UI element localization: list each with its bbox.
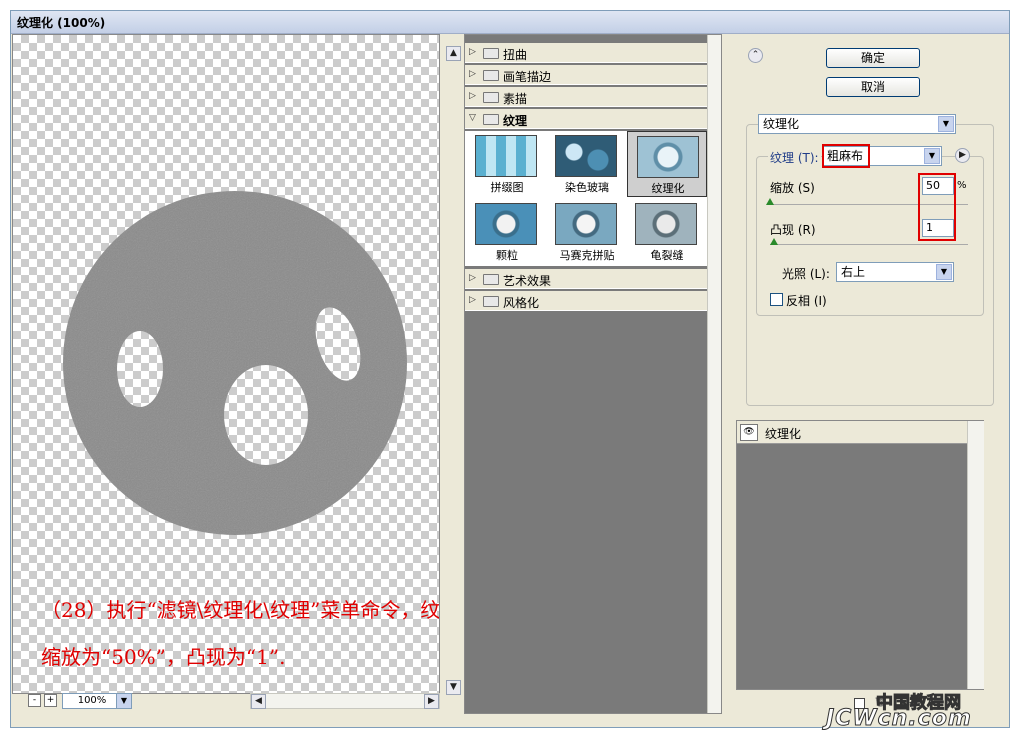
texture-label: 纹理 (T): [768, 149, 821, 166]
category-label: 扭曲 [503, 48, 528, 62]
eye-icon[interactable]: 👁 [740, 424, 758, 441]
thumb-mosaic-tiles[interactable]: 马赛克拼贴 [549, 201, 621, 263]
chevron-down-icon[interactable]: ▼ [116, 693, 132, 709]
invert-label: 反相 (I) [786, 294, 827, 308]
zoom-bar: - + 100% ▼ ◀ ▶ [12, 692, 440, 710]
category-label: 风格化 [503, 296, 540, 310]
light-label: 光照 (L): [782, 267, 830, 281]
filter-list-scrollbar[interactable] [707, 35, 721, 713]
expand-icon: ▷ [469, 69, 476, 79]
scale-unit: % [957, 180, 967, 191]
mosaic-tiles-thumbnail [555, 203, 617, 245]
effect-layer-label: 纹理化 [765, 427, 802, 441]
annotation-line-1: （28）执行“滤镜\纹理化\纹理”菜单命令，纹理选择为“粗麻布”， [41, 598, 440, 622]
cancel-button[interactable]: 取消 [826, 77, 920, 97]
effect-layers-panel: 👁 纹理化 [736, 420, 984, 690]
relief-label: 凸现 (R) [770, 223, 816, 237]
annotation-highlight-texture [822, 144, 870, 168]
expand-icon: ▷ [469, 273, 476, 283]
thumb-label: 马赛克拼贴 [559, 249, 615, 262]
scroll-right-icon[interactable]: ▶ [424, 694, 439, 709]
expand-icon: ▷ [469, 91, 476, 101]
patchwork-thumbnail [475, 135, 537, 177]
zoom-out-button[interactable]: - [28, 694, 41, 707]
layers-scrollbar[interactable] [967, 421, 984, 689]
category-stylize[interactable]: ▷ 风格化 [465, 291, 707, 311]
thumb-label: 龟裂缝 [650, 249, 684, 262]
ok-button[interactable]: 确定 [826, 48, 920, 68]
category-label: 艺术效果 [503, 274, 552, 288]
chevron-down-icon: ▼ [924, 148, 940, 164]
chevron-down-icon: ▼ [936, 264, 952, 280]
category-label: 画笔描边 [503, 70, 552, 84]
filter-select[interactable]: 纹理化 ▼ [758, 114, 956, 134]
thumb-label: 拼缀图 [490, 181, 524, 194]
window-title: 纹理化 (100%) [17, 16, 106, 30]
annotation-highlight-values [918, 173, 956, 241]
craquelure-thumbnail [635, 203, 697, 245]
thumb-grain[interactable]: 颗粒 [469, 201, 541, 263]
scroll-down-icon[interactable]: ▼ [446, 680, 461, 695]
thumb-craquelure[interactable]: 龟裂缝 [629, 201, 701, 263]
category-artistic[interactable]: ▷ 艺术效果 [465, 269, 707, 289]
chevron-down-icon: ▼ [938, 116, 954, 132]
zoom-in-button[interactable]: + [44, 694, 57, 707]
effect-layer-row[interactable]: 👁 纹理化 [737, 421, 967, 444]
expand-icon: ▷ [469, 295, 476, 305]
category-texture[interactable]: ▽ 纹理 [465, 109, 707, 129]
folder-icon [483, 70, 499, 81]
open-folder-icon [483, 114, 499, 125]
light-select-value: 右上 [841, 265, 866, 279]
light-select[interactable]: 右上 ▼ [836, 262, 954, 282]
category-label: 纹理 [503, 114, 528, 128]
thumb-texturizer[interactable]: 纹理化 [627, 131, 707, 197]
zoom-level-field[interactable]: 100% [62, 693, 122, 709]
thumb-label: 纹理化 [651, 182, 685, 195]
category-label: 素描 [503, 92, 528, 106]
folder-icon [483, 48, 499, 59]
stained-glass-thumbnail [555, 135, 617, 177]
collapse-gallery-icon[interactable]: ⌃ [748, 48, 763, 63]
folder-icon [483, 296, 499, 307]
scale-label: 缩放 (S) [770, 181, 815, 195]
annotation-line-2: 缩放为“50%”，凸现为“1”. [41, 645, 286, 669]
texture-thumbnails: 拼缀图 染色玻璃 纹理化 颗粒 马赛克拼贴 龟裂缝 [465, 131, 707, 266]
thumb-label: 颗粒 [496, 249, 518, 262]
grain-thumbnail [475, 203, 537, 245]
texture-menu-icon[interactable]: ▶ [955, 148, 970, 163]
filter-gallery: ▷ 扭曲 ▷ 画笔描边 ▷ 素描 ▽ 纹理 拼缀图 染色玻璃 纹理化 颗粒 马赛… [464, 34, 722, 714]
invert-checkbox[interactable] [770, 293, 783, 306]
thumb-patchwork[interactable]: 拼缀图 [469, 133, 541, 195]
filter-select-value: 纹理化 [763, 117, 800, 131]
collapse-icon: ▽ [469, 113, 476, 123]
preview-pane[interactable]: （28）执行“滤镜\纹理化\纹理”菜单命令，纹理选择为“粗麻布”， 缩放为“50… [12, 34, 440, 694]
expand-icon: ▷ [469, 47, 476, 57]
scroll-left-icon[interactable]: ◀ [251, 694, 266, 709]
scale-slider-knob[interactable] [766, 198, 774, 205]
scroll-up-icon[interactable]: ▲ [446, 46, 461, 61]
relief-slider-track[interactable] [770, 244, 968, 245]
texturizer-thumbnail [637, 136, 699, 178]
category-brush-strokes[interactable]: ▷ 画笔描边 [465, 65, 707, 85]
thumb-label: 染色玻璃 [565, 181, 609, 194]
folder-icon [483, 274, 499, 285]
preview-horizontal-scrollbar[interactable]: ◀ ▶ [250, 693, 440, 709]
category-sketch[interactable]: ▷ 素描 [465, 87, 707, 107]
thumb-stained-glass[interactable]: 染色玻璃 [549, 133, 621, 195]
watermark-line-2: JCWcn.com [826, 706, 972, 732]
title-bar: 纹理化 (100%) [11, 11, 1009, 34]
relief-slider-knob[interactable] [769, 238, 778, 245]
folder-icon [483, 92, 499, 103]
category-distort[interactable]: ▷ 扭曲 [465, 43, 707, 63]
